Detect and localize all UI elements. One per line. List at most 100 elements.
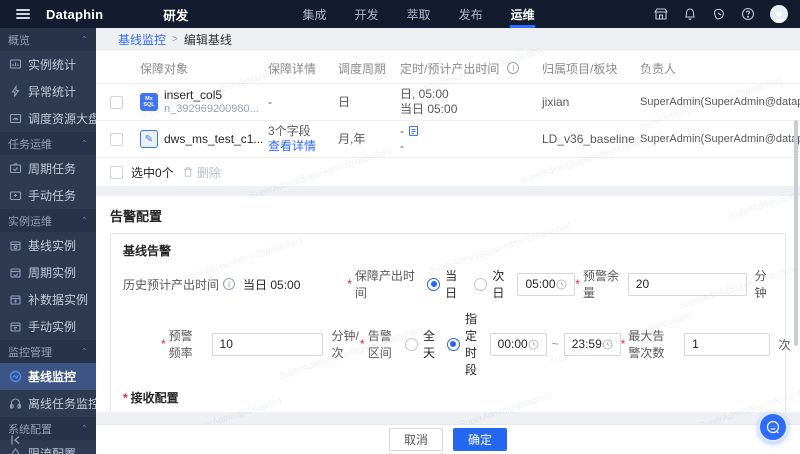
maxcompute-sql-icon: Mx SQL <box>140 93 158 111</box>
col-project: 归属项目/板块 <box>542 61 618 76</box>
object-name[interactable]: dws_ms_test_c1... <box>164 132 263 146</box>
cancel-button[interactable]: 取消 <box>388 428 443 451</box>
clock-icon <box>556 279 567 289</box>
confirm-button[interactable]: 确定 <box>453 428 508 451</box>
breadcrumb-separator: > <box>172 34 178 45</box>
sidebar-item-exception-stats[interactable]: 异常统计 <box>0 78 96 105</box>
row-checkbox[interactable] <box>110 95 123 109</box>
detail-cell: - <box>268 94 272 109</box>
table-row: Mx SQL insert_col5 n_392969200980... - 日 … <box>96 84 800 121</box>
sidebar-group-instance-ops[interactable]: 实例运维 ⌃ <box>0 209 96 232</box>
info-icon[interactable]: i <box>507 62 520 74</box>
chevron-up-icon: ⌃ <box>80 216 88 225</box>
range-label: 告警区间 <box>367 329 392 360</box>
freq-input[interactable]: 10 <box>211 332 324 356</box>
max-count-input[interactable]: 1 <box>684 332 771 356</box>
sidebar-item-resource-dashboard[interactable]: 调度资源大盘 <box>0 105 100 132</box>
freq-label: 预警频率 <box>168 329 193 360</box>
sidebar: 概览 ⌃ 实例统计 异常统计 调度资源大盘 任务运维 ⌃ 周期任务 手动任务 实例运… <box>0 28 100 454</box>
alert-config-title: 告警配置 <box>110 209 163 224</box>
manual-instance-icon <box>10 322 21 332</box>
project-cell: jixian <box>542 94 570 109</box>
range-start-input[interactable]: 00:00 <box>489 332 547 356</box>
service-icon[interactable] <box>712 7 726 21</box>
shop-icon[interactable] <box>654 7 668 21</box>
help-icon[interactable] <box>741 7 755 21</box>
sidebar-item-cycle-task[interactable]: 周期任务 <box>0 155 96 182</box>
sidebar-group-overview[interactable]: 概览 ⌃ <box>0 28 96 51</box>
nav-develop[interactable]: 开发 <box>355 0 379 28</box>
scroll-content: 保障对象 保障详情 调度周期 定时/预计产出时间i 归属项目/板块 负责人 操作… <box>96 51 800 424</box>
offline-monitor-icon <box>9 398 22 409</box>
sidebar-item-manual-instance[interactable]: 手动实例 <box>0 313 96 340</box>
col-owner: 负责人 <box>640 61 677 76</box>
bell-icon[interactable] <box>683 7 697 21</box>
sidebar-collapse-icon[interactable] <box>9 434 22 449</box>
cycle-instance-icon <box>10 268 21 278</box>
nav-integration[interactable]: 集成 <box>303 0 327 28</box>
chevron-up-icon: ⌃ <box>80 424 88 433</box>
manual-task-icon <box>9 191 22 201</box>
margin-unit: 分钟 <box>754 269 767 300</box>
sidebar-item-backfill-instance[interactable]: 补数据实例 <box>0 286 96 313</box>
owner-cell: SuperAdmin(SuperAdmin@dataphin) <box>640 95 800 108</box>
output-time-input[interactable]: 05:00 <box>517 272 576 296</box>
baseline-monitor-icon <box>9 370 22 383</box>
col-cycle: 调度周期 <box>338 61 387 76</box>
sidebar-group-task-ops[interactable]: 任务运维 ⌃ <box>0 132 96 155</box>
sidebar-item-baseline-instance[interactable]: 基线实例 <box>0 232 96 259</box>
radio-all-day[interactable]: 全天 <box>404 327 435 361</box>
receiver-config-label: * 接收配置 <box>123 390 179 406</box>
sidebar-item-baseline-monitor[interactable]: 基线监控 <box>0 363 96 390</box>
radio-time-range[interactable]: 指定时段 <box>446 310 482 378</box>
sidebar-group-monitor[interactable]: 监控管理 ⌃ <box>0 340 96 363</box>
support-chat-button[interactable] <box>758 412 788 442</box>
cycle-task-icon <box>9 163 22 174</box>
chevron-up-icon: ⌃ <box>80 347 88 356</box>
sidebar-item-cycle-instance[interactable]: 周期实例 <box>0 259 96 286</box>
row-checkbox[interactable] <box>110 132 123 146</box>
calendar-doc-icon[interactable] <box>408 125 419 137</box>
selection-bar: 选中0个 删除 <box>96 158 800 186</box>
col-detail: 保障详情 <box>268 61 317 76</box>
menu-icon[interactable] <box>16 9 30 19</box>
baseline-instance-icon <box>10 241 21 251</box>
user-avatar[interactable] <box>770 5 788 23</box>
sidebar-item-manual-task[interactable]: 手动任务 <box>0 182 96 209</box>
vertical-scrollbar[interactable] <box>794 120 798 346</box>
col-object: 保障对象 <box>140 61 189 76</box>
margin-label: 预警余量 <box>582 269 619 300</box>
freq-unit: 分钟/次 <box>331 329 359 360</box>
cycle-cell: 日 <box>338 94 351 109</box>
backfill-instance-icon <box>10 295 21 305</box>
object-name[interactable]: insert_col5 <box>164 88 259 102</box>
info-icon[interactable]: i <box>223 278 236 290</box>
lightning-icon <box>11 85 20 97</box>
sidebar-item-offline-task-monitor[interactable]: 离线任务监控 <box>0 390 100 417</box>
nav-extract[interactable]: 萃取 <box>407 0 431 28</box>
radio-next-day[interactable]: 次日 <box>474 267 509 301</box>
radio-same-day[interactable]: 当日 <box>427 267 462 301</box>
time-cell: 日, 05:00 当日 05:00 <box>400 87 458 116</box>
range-end-input[interactable]: 23:59 <box>563 332 621 356</box>
nav-operations[interactable]: 运维 <box>511 0 535 28</box>
margin-input[interactable]: 20 <box>627 272 747 296</box>
batch-delete-button[interactable]: 删除 <box>182 164 221 181</box>
nav-publish[interactable]: 发布 <box>459 0 483 28</box>
output-time-label: 保障产出时间 <box>354 269 415 300</box>
main-area: SuperAdmin(SuperAdmin@dataphin) SuperAdmi… <box>96 28 800 454</box>
cycle-cell: 月,年 <box>338 131 366 146</box>
top-navigation-bar: Dataphin 研发 集成 开发 萃取 发布 运维 <box>0 0 800 28</box>
breadcrumb-current: 编辑基线 <box>183 33 232 47</box>
baseline-alert-box: 基线告警 历史预计产出时间 i 当日 05:00 * 保障产出时间 当日 次日 <box>110 233 790 412</box>
clock-icon <box>602 339 613 349</box>
breadcrumb: 基线监控 > 编辑基线 <box>96 28 800 51</box>
table-header-row: 保障对象 保障详情 调度周期 定时/预计产出时间i 归属项目/板块 负责人 操作 <box>96 51 800 84</box>
breadcrumb-parent[interactable]: 基线监控 <box>118 31 166 48</box>
view-detail-link[interactable]: 查看详情 <box>268 139 338 154</box>
workspace-label[interactable]: 研发 <box>163 5 188 24</box>
select-all-checkbox[interactable] <box>110 165 123 179</box>
project-cell: LD_v36_baseline <box>542 131 635 146</box>
col-time: 定时/预计产出时间 i <box>400 60 542 77</box>
sidebar-item-instance-stats[interactable]: 实例统计 <box>0 51 96 78</box>
